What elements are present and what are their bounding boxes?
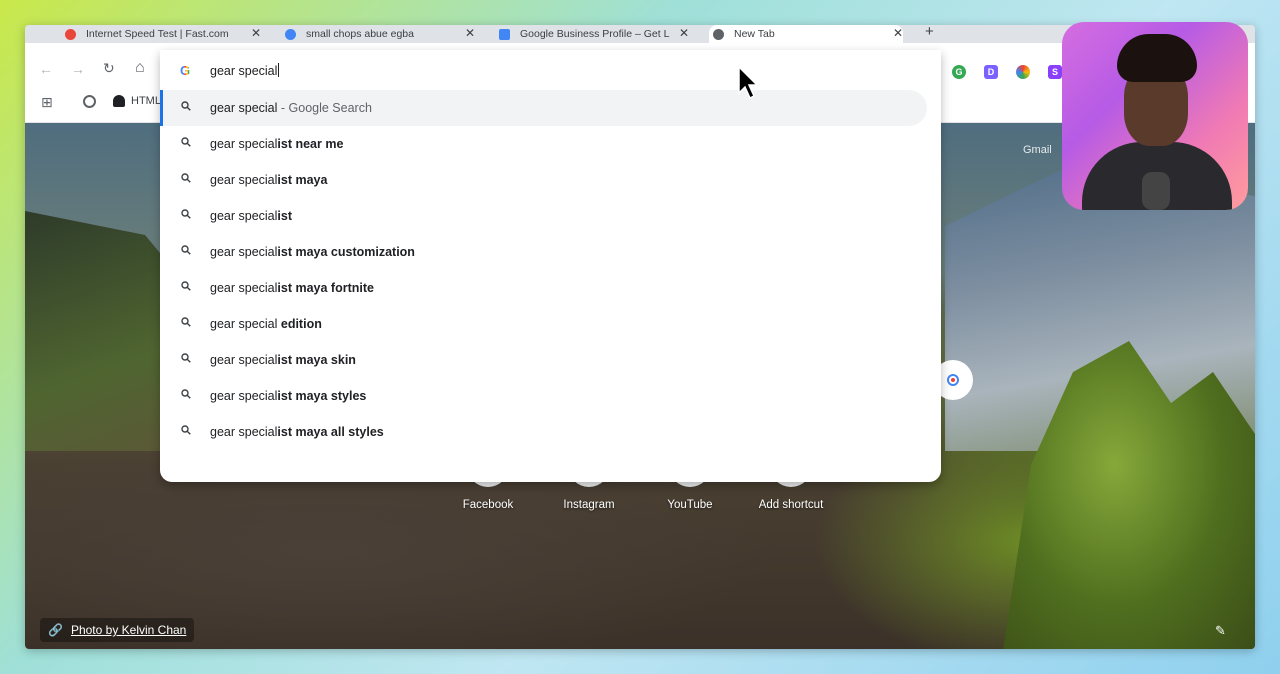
d-extension-icon[interactable]: D [984, 65, 998, 79]
suggestion-prefix: gear special [210, 317, 281, 331]
search-icon [181, 425, 191, 435]
tab-title: New Tab [734, 28, 775, 40]
shortcut-label: Facebook [462, 499, 514, 511]
omnibox-dropdown: G gear special gear special - Google Sea… [160, 50, 941, 482]
tab-close-icon[interactable]: ✕ [251, 26, 261, 40]
shortcut-label: YouTube [667, 499, 713, 511]
suggestion-text: gear specialist near me [210, 137, 343, 151]
suggestion-completion: ist maya skin [277, 353, 356, 367]
suggestion-text: gear specialist maya [210, 173, 327, 187]
microphone [1142, 172, 1170, 210]
suggestion-item[interactable]: gear specialist near me [160, 126, 941, 162]
suggestion-completion: ist [277, 209, 292, 223]
tab-fast-com[interactable]: Internet Speed Test | Fast.com ✕ [65, 25, 261, 43]
search-icon [181, 281, 191, 291]
suggestion-completion: edition [280, 317, 322, 331]
suggestion-completion: ist maya fortnite [277, 281, 374, 295]
suggestion-item[interactable]: gear special - Google Search [160, 90, 927, 126]
customize-pencil-icon[interactable]: ✎ [1215, 623, 1226, 639]
search-icon [181, 245, 191, 255]
search-icon [181, 317, 191, 327]
suggestion-prefix: gear special [210, 281, 278, 295]
suggestion-item[interactable]: gear specialist maya skin [160, 342, 941, 378]
suggestion-text: gear specialist maya styles [210, 389, 366, 403]
search-icon [181, 209, 191, 219]
forward-button[interactable]: → [71, 61, 85, 77]
text-caret [278, 62, 280, 77]
suggestion-prefix: gear special [210, 353, 278, 367]
search-icon [181, 137, 191, 147]
suggestion-completion: ist near me [277, 137, 344, 151]
gmail-link[interactable]: Gmail [1023, 144, 1052, 156]
search-icon [181, 353, 191, 363]
photo-credit-text: Photo by Kelvin Chan [70, 623, 187, 637]
tab-title: Google Business Profile – Get L [520, 28, 670, 40]
omnibox-value[interactable]: gear special [210, 62, 280, 78]
suggestion-text: gear specialist maya skin [210, 353, 356, 367]
link-icon: 🔗 [48, 623, 63, 637]
suggestion-text: gear specialist [210, 209, 292, 223]
suggestion-text: gear specialist maya fortnite [210, 281, 374, 295]
reload-button[interactable]: ↻ [103, 60, 115, 77]
suggestion-prefix: gear special [210, 389, 278, 403]
globe-icon[interactable] [83, 95, 96, 108]
google-lens-icon [947, 374, 959, 386]
suggestion-item[interactable]: gear specialist [160, 198, 941, 234]
back-button[interactable]: ← [39, 61, 53, 77]
suggestion-completion: ist maya all styles [277, 425, 384, 439]
suggestion-item[interactable]: gear specialist maya all styles [160, 414, 941, 450]
mouse-cursor-icon [738, 65, 759, 100]
tab-close-icon[interactable]: ✕ [679, 26, 689, 40]
business-favicon-icon [499, 28, 510, 40]
s-extension-icon[interactable]: S [1048, 65, 1062, 79]
grammarly-extension-icon[interactable]: G [952, 65, 966, 79]
search-icon [181, 389, 191, 399]
suggestion-item[interactable]: gear specialist maya fortnite [160, 270, 941, 306]
tab-title: Internet Speed Test | Fast.com [86, 28, 229, 40]
suggestion-completion: ist maya styles [277, 389, 367, 403]
suggestion-prefix: gear special [210, 101, 278, 115]
bookmark-html[interactable]: HTML [131, 95, 161, 107]
tab-close-icon[interactable]: ✕ [465, 26, 475, 40]
incognito-icon [113, 95, 125, 107]
search-icon [181, 173, 191, 183]
suggestion-prefix: gear special [210, 209, 278, 223]
photo-credit[interactable]: 🔗 Photo by Kelvin Chan [40, 618, 195, 642]
tab-title: small chops abue egba [306, 28, 414, 40]
suggestion-description: - Google Search [277, 101, 372, 115]
chrome-favicon-icon [713, 28, 724, 40]
suggestion-item[interactable]: gear specialist maya styles [160, 378, 941, 414]
suggestion-prefix: gear special [210, 425, 278, 439]
person-hair [1117, 34, 1197, 82]
suggestion-text: gear special edition [210, 317, 322, 331]
color-extension-icon[interactable] [1016, 65, 1030, 79]
suggestion-prefix: gear special [210, 245, 278, 259]
suggestion-item[interactable]: gear special edition [160, 306, 941, 342]
search-icon [181, 101, 191, 111]
google-g-icon: G [180, 62, 191, 78]
suggestion-text: gear special - Google Search [210, 101, 372, 115]
tab-small-chops[interactable]: small chops abue egba ✕ [285, 25, 475, 43]
google-favicon-icon [285, 28, 296, 40]
tab-close-icon[interactable]: ✕ [893, 26, 903, 40]
tab-google-business[interactable]: Google Business Profile – Get L ✕ [499, 25, 689, 43]
suggestion-item[interactable]: gear specialist maya customization [160, 234, 941, 270]
webcam-overlay [1062, 22, 1248, 210]
suggestion-completion: ist maya [277, 173, 328, 187]
suggestion-completion: ist maya customization [277, 245, 415, 259]
suggestion-text: gear specialist maya all styles [210, 425, 384, 439]
shortcut-label: Instagram [563, 499, 615, 511]
suggestion-item[interactable]: gear specialist maya [160, 162, 941, 198]
suggestion-text: gear specialist maya customization [210, 245, 415, 259]
home-button[interactable]: ⌂ [135, 59, 145, 77]
new-tab-button[interactable]: + [925, 25, 934, 40]
fast-favicon-icon [65, 28, 76, 40]
apps-grid-icon[interactable]: ⊞ [41, 94, 53, 111]
suggestion-prefix: gear special [210, 173, 278, 187]
tab-new-tab[interactable]: New Tab ✕ [709, 25, 903, 43]
suggestion-prefix: gear special [210, 137, 278, 151]
shortcut-label: Add shortcut [758, 499, 824, 511]
omnibox-input[interactable]: G gear special [160, 50, 941, 90]
